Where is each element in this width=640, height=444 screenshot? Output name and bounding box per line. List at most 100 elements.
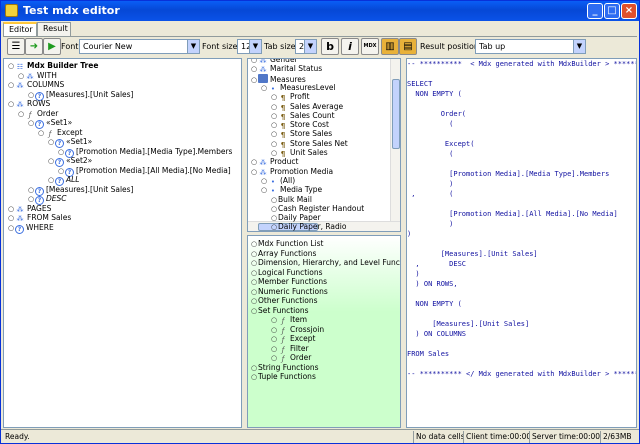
builder-tree-row[interactable]: ○? [Promotion Media].[All Media].[No Medi…	[58, 166, 231, 177]
expand-toggle-icon[interactable]: ○	[251, 277, 258, 287]
expand-toggle-icon[interactable]: ○	[271, 325, 278, 335]
expand-toggle-icon[interactable]: ○	[251, 75, 258, 85]
expand-toggle-icon[interactable]: ○	[271, 222, 278, 231]
expand-toggle-icon[interactable]: ○	[28, 185, 35, 195]
function-tree-row[interactable]: ○Logical Functions	[251, 268, 322, 278]
expand-toggle-icon[interactable]: ○	[271, 334, 278, 344]
minimize-button[interactable]: _	[587, 3, 603, 19]
function-tree-row[interactable]: ○ ƒ Crossjoin	[271, 325, 324, 335]
expand-toggle-icon[interactable]: ○	[8, 80, 15, 90]
tab-editor[interactable]: Editor	[3, 22, 37, 36]
function-tree-row[interactable]: ○ ƒ Item	[271, 315, 307, 325]
expand-toggle-icon[interactable]: ○	[251, 296, 258, 306]
builder-tree-row[interactable]: ○ ⁂ ROWS	[8, 99, 50, 109]
function-tree-row[interactable]: ○Member Functions	[251, 277, 327, 287]
expand-toggle-icon[interactable]: ○	[251, 167, 258, 177]
font-size-select[interactable]: 12 ▼	[237, 39, 262, 54]
scroll-thumb[interactable]	[392, 79, 400, 149]
expand-toggle-icon[interactable]: ○	[28, 118, 35, 128]
mdx-format-button[interactable]: MDX	[361, 38, 379, 55]
maximize-button[interactable]: □	[604, 3, 620, 19]
bold-button[interactable]: b	[321, 38, 339, 55]
font-select[interactable]: Courier New ▼	[79, 39, 200, 54]
function-tree-row[interactable]: ○ ƒ Order	[271, 353, 311, 363]
builder-tree-row[interactable]: ○? ALL	[48, 175, 80, 186]
builder-tree-row[interactable]: ○? [Measures].[Unit Sales]	[28, 90, 133, 101]
expand-toggle-icon[interactable]: ○	[251, 372, 258, 382]
expand-toggle-icon[interactable]: ○	[8, 61, 15, 71]
expand-toggle-icon[interactable]: ○	[28, 90, 35, 100]
expand-toggle-icon[interactable]: ○	[251, 258, 258, 268]
builder-tree-row[interactable]: ○ ⁂ WITH	[18, 71, 57, 81]
expand-toggle-icon[interactable]: ○	[58, 147, 65, 157]
tab-size-select[interactable]: 2 ▼	[295, 39, 317, 54]
builder-tree-row[interactable]: ○? WHERE	[8, 223, 54, 234]
expand-toggle-icon[interactable]: ○	[8, 204, 15, 214]
builder-icon[interactable]: ☰	[7, 38, 25, 55]
builder-tree-row[interactable]: ○ ⁂ COLUMNS	[8, 80, 64, 90]
mdx-code-text[interactable]: -- ********** < Mdx generated with MdxBu…	[407, 59, 636, 379]
tab-result[interactable]: Result	[37, 22, 71, 36]
builder-tree-row[interactable]: ○? «Set1»	[48, 137, 92, 148]
expand-toggle-icon[interactable]: ○	[28, 194, 35, 204]
run-icon[interactable]: ➜	[25, 38, 43, 55]
expand-toggle-icon[interactable]: ○	[58, 166, 65, 176]
expand-toggle-icon[interactable]: ○	[48, 156, 55, 166]
expand-toggle-icon[interactable]: ○	[8, 223, 15, 233]
expand-toggle-icon[interactable]: ○	[251, 287, 258, 297]
result-position-select[interactable]: Tab up ▼	[475, 39, 586, 54]
layout-vertical-icon[interactable]: ▤	[399, 38, 417, 55]
function-tree-row[interactable]: ○Dimension, Hierarchy, and Level Functio…	[251, 258, 400, 268]
builder-tree-row[interactable]: ○? «Set2»	[48, 156, 92, 167]
layout-horizontal-icon[interactable]: ▥	[381, 38, 399, 55]
builder-tree-row[interactable]: ○ ƒ Except	[38, 128, 83, 138]
chevron-down-icon: ▼	[187, 40, 199, 53]
builder-tree-row[interactable]: ○ ⁂ FROM Sales	[8, 213, 71, 223]
expand-toggle-icon[interactable]: ○	[251, 306, 258, 316]
builder-tree-row[interactable]: ○ ⁂ PAGES	[8, 204, 51, 214]
expand-toggle-icon[interactable]: ○	[261, 83, 268, 93]
expand-toggle-icon[interactable]: ○	[8, 213, 15, 223]
expand-toggle-icon[interactable]: ○	[48, 137, 55, 147]
expand-toggle-icon[interactable]: ○	[251, 249, 258, 259]
expand-toggle-icon[interactable]: ○	[8, 99, 15, 109]
expand-toggle-icon[interactable]: ○	[261, 185, 268, 195]
builder-tree-row[interactable]: ○? [Measures].[Unit Sales]	[28, 185, 133, 196]
builder-tree-row[interactable]: ○? «Set1»	[28, 118, 72, 129]
builder-tree-row[interactable]: ○? [Promotion Media].[Media Type].Members	[58, 147, 232, 158]
expand-toggle-icon[interactable]: ○	[38, 128, 45, 138]
expand-toggle-icon[interactable]: ○	[251, 363, 258, 373]
expand-toggle-icon[interactable]: ○	[251, 239, 258, 249]
mdx-builder-tree[interactable]: ○ ☷ Mdx Builder Tree ○ ⁂ WITH ○ ⁂ COLUMNS ○? [Meas…	[3, 58, 242, 428]
builder-tree-row[interactable]: ○ ƒ Order	[18, 109, 58, 119]
function-tree-label: Mdx Function List	[258, 239, 324, 248]
function-tree-row[interactable]: ○ ƒ Filter	[271, 344, 309, 354]
expand-toggle-icon[interactable]: ○	[48, 175, 55, 185]
expand-toggle-icon[interactable]: ○	[18, 71, 25, 81]
title-bar[interactable]: Test mdx editor _ □ ×	[1, 1, 639, 21]
function-tree-row[interactable]: ○Numeric Functions	[251, 287, 328, 297]
function-list-tree[interactable]: ○Mdx Function List ○Array Functions ○Dimen…	[247, 235, 401, 428]
result-position-label: Result position:	[420, 42, 482, 51]
expand-toggle-icon[interactable]: ○	[271, 315, 278, 325]
cube-tree[interactable]: ○ ⁂ Gender ○ ⁂ Marital Status ○ Measures ○ • Measu…	[247, 58, 401, 232]
italic-button[interactable]: i	[341, 38, 359, 55]
cube-tree-scrollbar[interactable]	[390, 59, 400, 223]
expand-toggle-icon[interactable]: ○	[18, 109, 25, 119]
mdx-code-editor[interactable]: -- ********** < Mdx generated with MdxBu…	[406, 58, 637, 428]
expand-toggle-icon[interactable]: ○	[271, 353, 278, 363]
cube-tree-row[interactable]: ○Daily Paper, Radio	[271, 222, 346, 231]
builder-tree-row[interactable]: ○? DESC	[28, 194, 67, 205]
expand-toggle-icon[interactable]: ○	[271, 344, 278, 354]
function-tree-row[interactable]: ○Set Functions	[251, 306, 309, 316]
function-tree-row[interactable]: ○String Functions	[251, 363, 319, 373]
expand-toggle-icon[interactable]: ○	[251, 268, 258, 278]
builder-tree-row[interactable]: ○ ☷ Mdx Builder Tree	[8, 61, 98, 71]
function-tree-row[interactable]: ○Tuple Functions	[251, 372, 316, 382]
function-tree-row[interactable]: ○Mdx Function List	[251, 239, 323, 249]
function-tree-row[interactable]: ○ ƒ Except	[271, 334, 316, 344]
function-tree-row[interactable]: ○Other Functions	[251, 296, 318, 306]
run-step-icon[interactable]: ▶	[43, 38, 61, 55]
close-button[interactable]: ×	[621, 3, 637, 19]
function-tree-row[interactable]: ○Array Functions	[251, 249, 316, 259]
